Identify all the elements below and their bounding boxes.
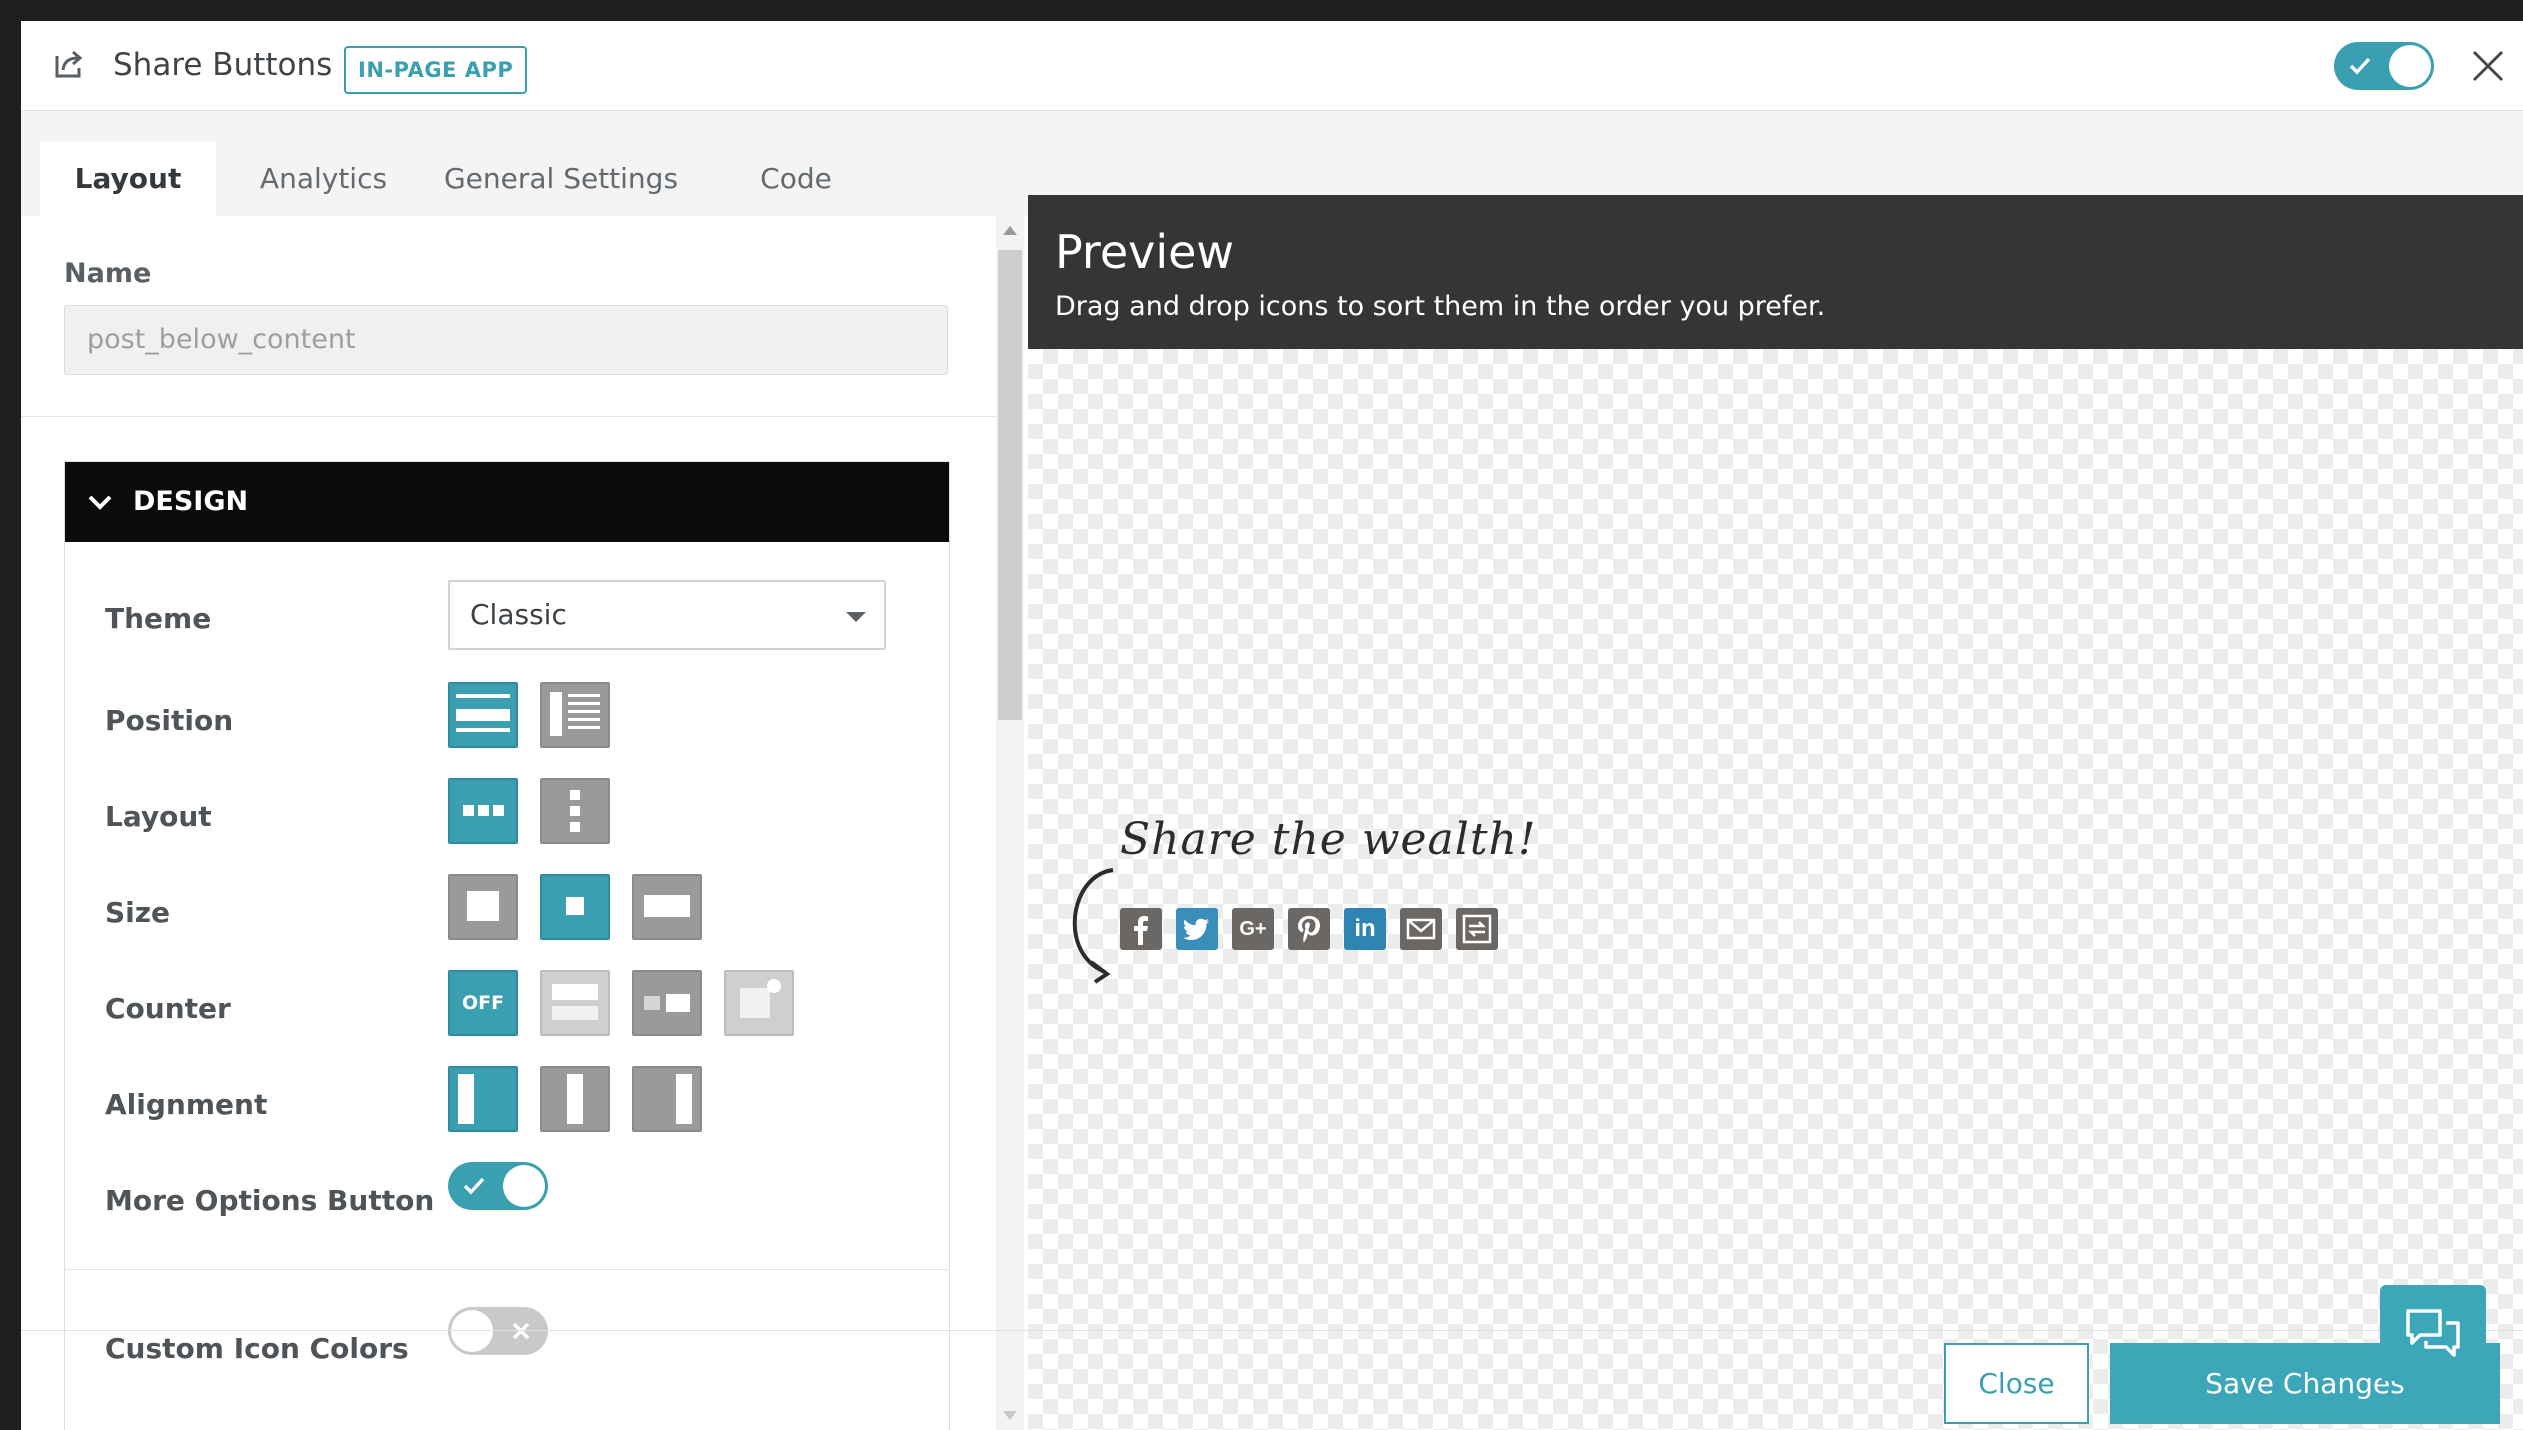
design-heading: DESIGN <box>133 486 249 517</box>
alignment-option-right[interactable] <box>632 1066 702 1132</box>
preview-subtitle: Drag and drop icons to sort them in the … <box>1055 291 1826 322</box>
x-icon <box>512 1322 530 1340</box>
preview-canvas <box>1028 349 2523 1430</box>
theme-value: Classic <box>470 598 567 631</box>
size-small-icon <box>566 897 584 915</box>
position-option-horizontal[interactable] <box>448 682 518 748</box>
align-right-icon <box>676 1074 692 1124</box>
counter-option-off[interactable]: OFF <box>448 970 518 1036</box>
divider <box>65 1269 949 1270</box>
position-horizontal-icon <box>456 694 510 732</box>
linkedin-icon[interactable]: in <box>1344 908 1386 950</box>
counter-option-bubble[interactable] <box>724 970 794 1036</box>
counter-top-icon <box>552 984 598 1020</box>
scroll-down-arrow-icon[interactable] <box>1003 1411 1017 1420</box>
layout-vertical-icon <box>570 790 580 832</box>
layout-label: Layout <box>105 800 212 833</box>
close-button[interactable]: Close <box>1944 1343 2089 1424</box>
custom-icon-colors-toggle[interactable] <box>448 1307 548 1355</box>
email-icon[interactable] <box>1400 908 1442 950</box>
settings-panel: Name post_below_content DESIGN Theme Cla… <box>21 216 996 1430</box>
share-heading: Share the wealth! <box>1120 814 1537 865</box>
custom-icon-colors-label: Custom Icon Colors <box>105 1332 409 1365</box>
scroll-up-arrow-icon[interactable] <box>1003 226 1017 235</box>
chevron-down-icon <box>88 495 112 510</box>
counter-side-icon <box>644 994 690 1012</box>
design-section-header[interactable]: DESIGN <box>65 462 949 542</box>
scrollbar-thumb[interactable] <box>998 250 1022 720</box>
size-option-small[interactable] <box>540 874 610 940</box>
position-vertical-icon <box>550 692 600 736</box>
modal-title: Share Buttons <box>113 47 333 83</box>
size-option-large[interactable] <box>448 874 518 940</box>
position-option-vertical[interactable] <box>540 682 610 748</box>
chat-icon <box>2406 1309 2460 1357</box>
share-app-icon <box>55 50 83 78</box>
size-label: Size <box>105 896 171 929</box>
more-options-label: More Options Button <box>105 1184 435 1217</box>
caret-down-icon <box>846 612 866 622</box>
check-icon <box>2349 57 2371 75</box>
align-center-icon <box>567 1074 583 1124</box>
toggle-knob <box>2389 45 2431 87</box>
pinterest-icon[interactable] <box>1288 908 1330 950</box>
preview-title: Preview <box>1055 225 1235 279</box>
name-input[interactable]: post_below_content <box>64 305 948 375</box>
more-options-toggle[interactable] <box>448 1162 548 1210</box>
align-left-icon <box>458 1074 474 1124</box>
design-section: DESIGN Theme Classic Position Layout Siz… <box>64 461 950 1430</box>
theme-label: Theme <box>105 602 212 635</box>
tab-general-settings[interactable]: General Settings <box>421 141 701 216</box>
modal-header: Share Buttons IN-PAGE APP <box>21 21 2523 111</box>
layout-horizontal-icon <box>463 805 504 816</box>
size-wide-icon <box>644 895 690 917</box>
settings-scrollbar[interactable] <box>996 216 1024 1430</box>
size-option-wide[interactable] <box>632 874 702 940</box>
in-page-app-badge: IN-PAGE APP <box>344 46 528 94</box>
counter-option-side[interactable] <box>632 970 702 1036</box>
footer-divider <box>21 1330 2523 1331</box>
alignment-option-left[interactable] <box>448 1066 518 1132</box>
chat-widget-button[interactable] <box>2380 1285 2486 1381</box>
counter-off-text: OFF <box>461 992 505 1014</box>
google-plus-icon[interactable]: G+ <box>1232 908 1274 950</box>
toggle-knob <box>451 1310 493 1352</box>
facebook-icon[interactable] <box>1120 908 1162 950</box>
preview-header: Preview Drag and drop icons to sort them… <box>1028 195 2523 349</box>
toggle-knob <box>503 1165 545 1207</box>
app-enabled-toggle[interactable] <box>2334 42 2434 90</box>
check-icon <box>463 1177 485 1195</box>
theme-select[interactable]: Classic <box>448 580 886 650</box>
position-label: Position <box>105 704 234 737</box>
name-label: Name <box>64 258 152 289</box>
counter-option-top[interactable] <box>540 970 610 1036</box>
share-buttons-modal: Share Buttons IN-PAGE APP Layout Analyti… <box>21 21 2523 1430</box>
layout-option-horizontal[interactable] <box>448 778 518 844</box>
counter-label: Counter <box>105 992 231 1025</box>
size-large-icon <box>467 891 499 921</box>
more-options-icon[interactable] <box>1456 908 1498 950</box>
layout-option-vertical[interactable] <box>540 778 610 844</box>
tab-code[interactable]: Code <box>736 141 856 216</box>
close-icon[interactable] <box>2468 46 2508 86</box>
counter-bubble-icon <box>740 979 781 1018</box>
divider <box>21 416 996 417</box>
twitter-icon[interactable] <box>1176 908 1218 950</box>
alignment-label: Alignment <box>105 1088 268 1121</box>
tab-layout[interactable]: Layout <box>40 141 216 216</box>
alignment-option-center[interactable] <box>540 1066 610 1132</box>
tab-analytics[interactable]: Analytics <box>231 141 416 216</box>
